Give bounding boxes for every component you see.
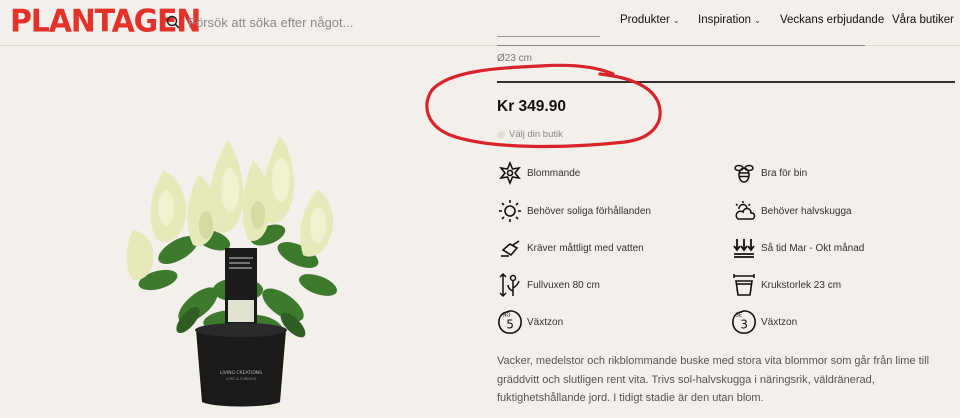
zone-number: 5 <box>506 318 514 332</box>
feature-flowering: Blommande <box>497 160 580 186</box>
choose-store-link[interactable]: Välj din butik <box>497 129 563 140</box>
size-option[interactable]: Ø23 cm <box>497 53 532 64</box>
feature-label: Behöver halvskugga <box>761 205 852 217</box>
zone-number: 3 <box>740 318 748 332</box>
flower-icon <box>497 160 523 186</box>
feature-height: Fullvuxen 80 cm <box>497 272 600 298</box>
nav-label: Veckans erbjudande <box>780 14 885 26</box>
pot-brand-label: LIVING CREATIONS <box>220 370 262 376</box>
feature-label: Så tid Mar - Okt månad <box>761 242 865 254</box>
feature-label: Behöver soliga förhållanden <box>527 205 651 217</box>
feature-label: Växtzon <box>527 316 564 328</box>
store-status-dot <box>497 130 505 139</box>
feature-zone-no: NO 5 Växtzon <box>497 309 563 335</box>
chevron-down-icon: ⌄ <box>754 15 761 25</box>
store-link-label: Välj din butik <box>509 129 563 140</box>
feature-sowing: Så tid Mar - Okt månad <box>731 235 864 261</box>
pot-brand-sublabel: LOST & CURIOUS <box>226 377 257 381</box>
feature-label: Bra för bin <box>761 167 808 179</box>
watering-can-icon <box>497 235 523 261</box>
feature-pot-size: Krukstorlek 23 cm <box>731 272 841 298</box>
divider <box>497 45 865 46</box>
product-image[interactable]: LIVING CREATIONS LOST & CURIOUS <box>118 130 358 410</box>
chevron-down-icon: ⌄ <box>672 15 680 25</box>
planting-time-icon <box>731 235 757 261</box>
zone-no-icon: NO 5 <box>497 309 523 335</box>
product-price: Kr 349.90 <box>497 98 566 115</box>
feature-partial-shade: Behöver halvskugga <box>731 198 852 224</box>
nav-label: Produkter <box>620 14 670 26</box>
feature-zone-se: SE 3 Växtzon <box>731 309 797 335</box>
feature-water: Kräver måttligt med vatten <box>497 235 644 261</box>
feature-label: Kräver måttligt med vatten <box>527 242 644 254</box>
nav-veckans-erbjudande[interactable]: Veckans erbjudande <box>780 14 884 26</box>
nav-label: Våra butiker <box>892 14 955 26</box>
divider <box>497 81 955 83</box>
nav-produkter[interactable]: Produkter ⌄ <box>620 14 680 26</box>
feature-bees: Bra för bin <box>731 160 807 186</box>
feature-label: Blommande <box>527 167 581 179</box>
nav-inspiration[interactable]: Inspiration ⌄ <box>698 14 761 26</box>
feature-label: Fullvuxen 80 cm <box>527 279 600 291</box>
feature-label: Växtzon <box>761 316 798 328</box>
feature-label: Krukstorlek 23 cm <box>761 279 842 291</box>
height-icon <box>497 272 523 298</box>
nav-vara-butiker[interactable]: Våra butiker <box>892 14 954 26</box>
pot-icon <box>731 272 757 298</box>
feature-sun: Behöver soliga förhållanden <box>497 198 651 224</box>
search-input[interactable] <box>186 13 430 31</box>
product-description: Vacker, medelstor och rikblommande buske… <box>497 355 930 404</box>
divider <box>497 36 600 37</box>
search-bar[interactable] <box>166 12 436 32</box>
sun-cloud-icon <box>731 198 757 224</box>
nav-label: Inspiration <box>698 14 752 26</box>
search-icon <box>166 15 180 29</box>
zone-se-icon: SE 3 <box>731 309 757 335</box>
site-header: PLANTAGEN Produkter⌄ Inspiration⌄ Veckan… <box>0 0 960 46</box>
bee-icon <box>731 160 757 186</box>
sun-icon <box>497 198 523 224</box>
